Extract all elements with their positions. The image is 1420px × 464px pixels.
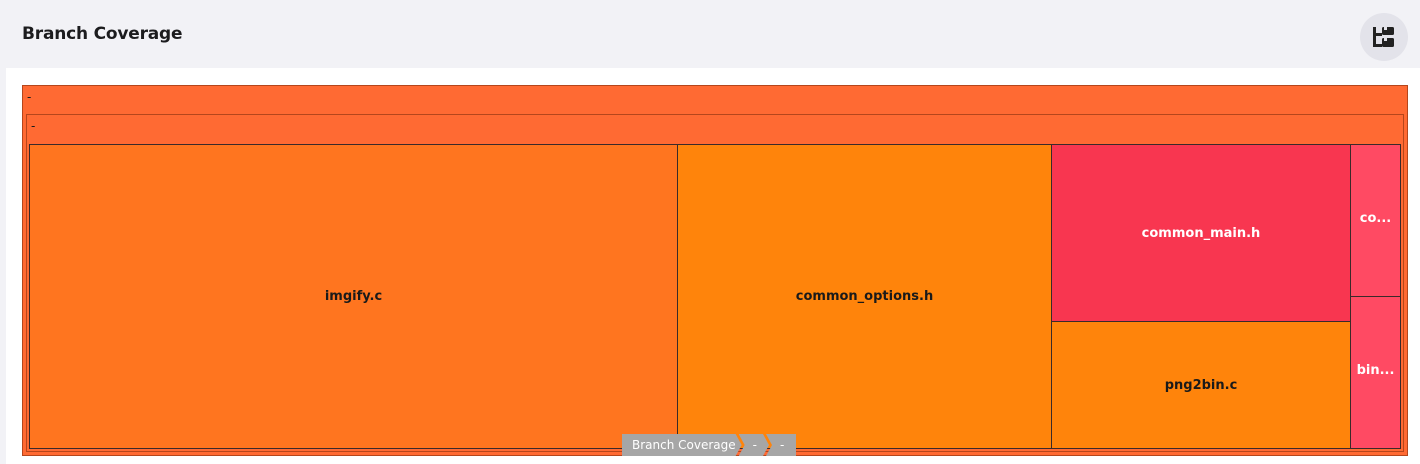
treemap-leaf-imgify[interactable]: imgify.c (29, 144, 678, 449)
coverage-card: Branch Coverage - - imgify.c common_opti… (0, 0, 1420, 464)
treemap-breadcrumb: Branch Coverage - - (622, 434, 797, 456)
treemap-leaf-bin[interactable]: bin... (1350, 296, 1401, 449)
leaf-label-common-options: common_options.h (795, 289, 934, 304)
breadcrumb-item-level1[interactable]: - (739, 434, 769, 456)
treemap-leaf-common-options[interactable]: common_options.h (677, 144, 1052, 449)
leaf-label-png2bin: png2bin.c (1164, 377, 1238, 393)
breadcrumb-item-level2[interactable]: - (765, 434, 797, 456)
leaf-label-bin: bin... (1356, 363, 1395, 378)
treemap-chart: - - imgify.c common_options.h common_mai… (0, 0, 1420, 464)
breadcrumb-item-root[interactable]: Branch Coverage (622, 434, 742, 456)
treemap-root-label: - (27, 90, 32, 104)
treemap-leaf-png2bin[interactable]: png2bin.c (1051, 321, 1351, 449)
leaf-label-co: co... (1359, 210, 1392, 226)
leaf-label-common-main: common_main.h (1141, 225, 1261, 241)
treemap-leaf-co[interactable]: co... (1350, 144, 1401, 297)
treemap-inner-label: - (31, 119, 36, 133)
leaf-label-imgify: imgify.c (324, 289, 383, 304)
treemap-leaf-common-main[interactable]: common_main.h (1051, 144, 1351, 322)
